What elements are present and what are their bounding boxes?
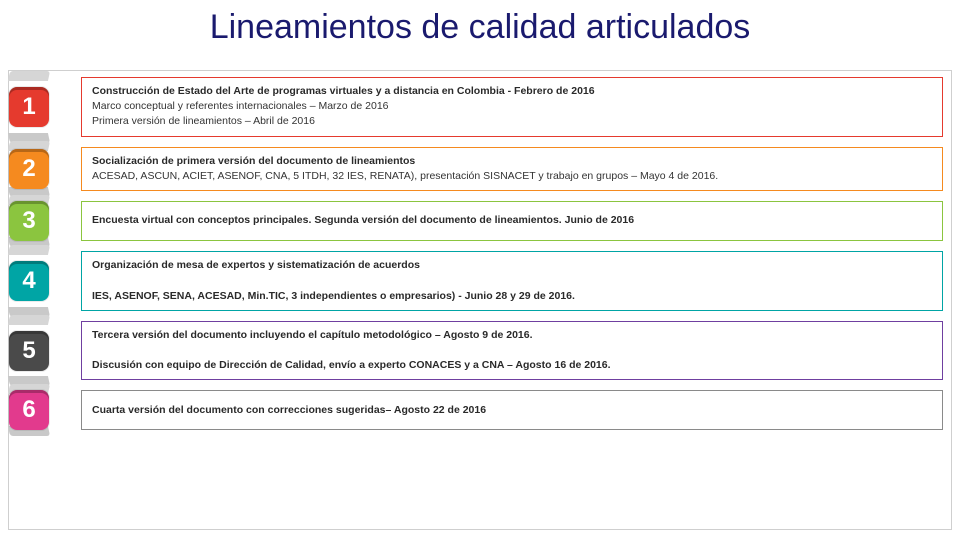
step-text-line	[92, 343, 932, 358]
step-text-box: Tercera versión del documento incluyendo…	[81, 321, 943, 381]
step-text-line: Construcción de Estado del Arte de progr…	[92, 84, 932, 99]
page-title: Lineamientos de calidad articulados	[0, 8, 960, 47]
step-badge: 4	[5, 251, 53, 311]
step-row: 3 Encuesta virtual con conceptos principa…	[9, 201, 951, 241]
step-badge: 6	[5, 390, 53, 430]
step-row: 4 Organización de mesa de expertos y sist…	[9, 251, 951, 311]
slide: Lineamientos de calidad articulados 1 Con…	[0, 0, 960, 540]
step-text-line: Cuarta versión del documento con correcc…	[92, 403, 932, 418]
step-text-line: IES, ASENOF, SENA, ACESAD, Min.TIC, 3 in…	[92, 289, 932, 304]
badge-number: 3	[9, 201, 49, 241]
step-text-line: ACESAD, ASCUN, ACIET, ASENOF, CNA, 5 ITD…	[92, 169, 932, 184]
badge-number: 5	[9, 331, 49, 371]
step-text-line: Socialización de primera versión del doc…	[92, 154, 932, 169]
step-badge: 3	[5, 201, 53, 241]
step-text-line: Organización de mesa de expertos y siste…	[92, 258, 932, 273]
badge-number: 1	[9, 87, 49, 127]
step-text-line: Encuesta virtual con conceptos principal…	[92, 213, 932, 228]
step-text-line	[92, 273, 932, 288]
step-badge: 5	[5, 321, 53, 381]
badge-number: 2	[9, 149, 49, 189]
step-text-box: Encuesta virtual con conceptos principal…	[81, 201, 943, 241]
badge-top-cap	[8, 315, 50, 325]
step-text-box: Cuarta versión del documento con correcc…	[81, 390, 943, 430]
step-text-line: Marco conceptual y referentes internacio…	[92, 99, 932, 114]
badge-top-cap	[8, 71, 50, 81]
badge-number: 6	[9, 390, 49, 430]
step-text-box: Organización de mesa de expertos y siste…	[81, 251, 943, 311]
step-text-line: Primera versión de lineamientos – Abril …	[92, 114, 932, 129]
step-text-line: Tercera versión del documento incluyendo…	[92, 328, 932, 343]
step-badge: 1	[5, 77, 53, 137]
step-row: 5 Tercera versión del documento incluyend…	[9, 321, 951, 381]
step-badge: 2	[5, 147, 53, 191]
badge-top-cap	[8, 245, 50, 255]
step-row: 6 Cuarta versión del documento con correc…	[9, 390, 951, 430]
step-text-box: Socialización de primera versión del doc…	[81, 147, 943, 191]
step-row: 1 Construcción de Estado del Arte de prog…	[9, 77, 951, 137]
step-text-line: Discusión con equipo de Dirección de Cal…	[92, 358, 932, 373]
step-text-box: Construcción de Estado del Arte de progr…	[81, 77, 943, 137]
step-row: 2 Socialización de primera versión del do…	[9, 147, 951, 191]
badge-number: 4	[9, 261, 49, 301]
steps-container: 1 Construcción de Estado del Arte de prog…	[8, 70, 952, 530]
